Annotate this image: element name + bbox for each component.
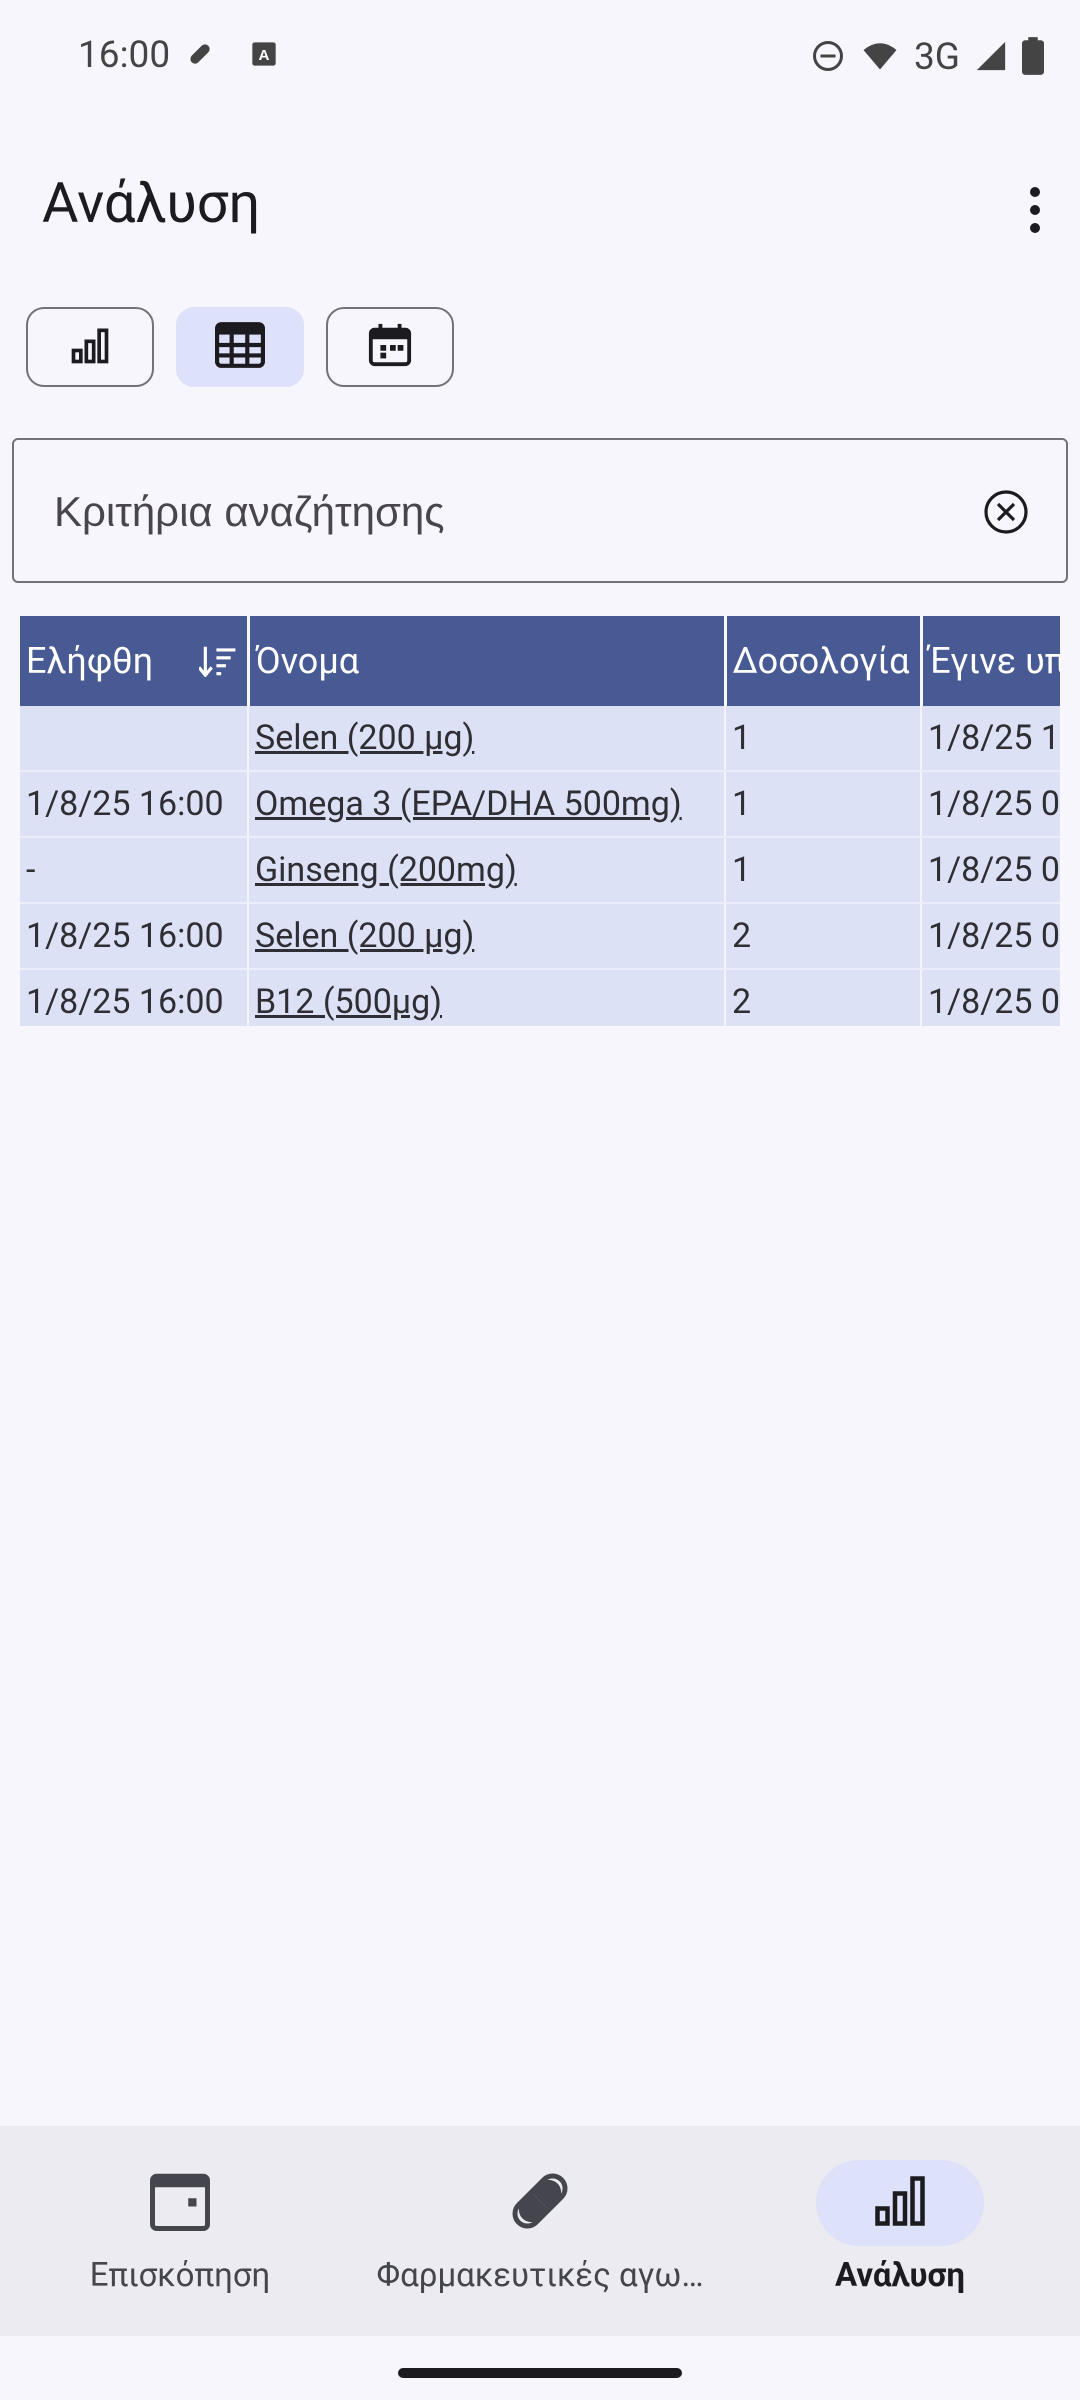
column-header-name[interactable]: Όνομα	[248, 616, 727, 706]
table-row[interactable]: 1/8/25 16:00 B12 (500µg) 2 1/8/25 0	[20, 969, 1060, 1026]
column-header-taken[interactable]: Ελήφθη	[20, 616, 250, 706]
table-row[interactable]: - Ginseng (200mg) 1 1/8/25 0	[20, 837, 1060, 904]
analysis-table[interactable]: Ελήφθη Όνομα Δοσολογία Έγινε υπ Selen (2…	[20, 616, 1060, 1026]
search-field[interactable]	[12, 438, 1068, 583]
signal-icon	[974, 38, 1008, 78]
medication-link[interactable]: B12 (500µg)	[255, 982, 442, 1022]
cell-done: 1/8/25 0	[921, 837, 1060, 904]
cell-name[interactable]: Ginseng (200mg)	[248, 837, 726, 904]
cell-taken	[20, 706, 249, 772]
calendar-view-button[interactable]	[326, 307, 454, 387]
calendar-icon	[367, 322, 413, 372]
home-indicator[interactable]	[398, 2368, 682, 2378]
cell-done: 1/8/25 0	[921, 771, 1060, 838]
svg-text:A: A	[259, 47, 270, 64]
nav-item-overview[interactable]: Επισκόπηση	[0, 2160, 360, 2295]
wifi-icon	[860, 38, 900, 78]
cell-dosage: 1	[725, 771, 922, 838]
data-table: Ελήφθη Όνομα Δοσολογία Έγινε υπ Selen (2…	[20, 616, 1060, 1026]
medication-link[interactable]: Ginseng (200mg)	[255, 850, 517, 890]
cell-taken: 1/8/25 16:00	[20, 903, 249, 970]
medication-link[interactable]: Selen (200 µg)	[255, 916, 474, 956]
network-type: 3G	[914, 36, 960, 79]
view-toggle-group	[26, 307, 454, 387]
cell-name[interactable]: B12 (500µg)	[248, 969, 726, 1026]
table-row[interactable]: 1/8/25 16:00 Omega 3 (EPA/DHA 500mg) 1 1…	[20, 771, 1060, 838]
table-view-button[interactable]	[176, 307, 304, 387]
clear-circle-icon	[982, 490, 1030, 540]
column-header-done[interactable]: Έγινε υπ	[921, 616, 1060, 706]
dnd-icon	[810, 38, 846, 78]
status-time: 16:00	[78, 34, 171, 77]
cell-dosage: 1	[725, 706, 922, 772]
clear-search-button[interactable]	[982, 488, 1030, 536]
cell-dosage: 2	[725, 903, 922, 970]
overflow-menu-button[interactable]	[990, 172, 1080, 252]
cell-name[interactable]: Selen (200 µg)	[248, 706, 726, 772]
nav-item-analysis[interactable]: Ανάλυση	[720, 2160, 1080, 2295]
cell-dosage: 1	[725, 837, 922, 904]
bar-chart-icon	[870, 2171, 930, 2235]
app-bar: Ανάλυση	[0, 150, 1080, 260]
table-icon	[215, 322, 265, 372]
battery-icon	[1022, 36, 1044, 79]
pill-icon	[507, 2168, 573, 2238]
cell-name[interactable]: Selen (200 µg)	[248, 903, 726, 970]
cell-name[interactable]: Omega 3 (EPA/DHA 500mg)	[248, 771, 726, 838]
nav-label-analysis: Ανάλυση	[835, 2256, 965, 2295]
medication-link[interactable]: Selen (200 µg)	[255, 718, 474, 758]
more-vert-icon	[1028, 186, 1042, 238]
cell-taken: 1/8/25 16:00	[20, 771, 249, 838]
a-badge-icon: A	[250, 40, 278, 72]
pill-status-icon	[186, 40, 214, 72]
table-row[interactable]: Selen (200 µg) 1 1/8/25 1	[20, 706, 1060, 772]
bottom-navigation: Επισκόπηση Φαρμακευτικές αγω… Ανάλυση	[0, 2126, 1080, 2336]
table-row[interactable]: 1/8/25 16:00 Selen (200 µg) 2 1/8/25 0	[20, 903, 1060, 970]
nav-item-medications[interactable]: Φαρμακευτικές αγω…	[360, 2160, 720, 2295]
calendar-icon	[147, 2168, 213, 2238]
cell-taken: 1/8/25 16:00	[20, 969, 249, 1026]
search-input[interactable]	[54, 484, 954, 540]
page-title: Ανάλυση	[42, 170, 261, 236]
column-header-label: Ελήφθη	[26, 640, 154, 682]
nav-label-overview: Επισκόπηση	[89, 2256, 271, 2295]
nav-label-medications: Φαρμακευτικές αγω…	[376, 2256, 704, 2295]
chart-view-button[interactable]	[26, 307, 154, 387]
cell-done: 1/8/25 0	[921, 969, 1060, 1026]
column-header-dosage[interactable]: Δοσολογία	[725, 616, 923, 706]
status-bar: 16:00 A 3G	[0, 0, 1080, 118]
table-header-row: Ελήφθη Όνομα Δοσολογία Έγινε υπ	[20, 616, 1060, 706]
cell-done: 1/8/25 1	[921, 706, 1060, 772]
cell-dosage: 2	[725, 969, 922, 1026]
cell-done: 1/8/25 0	[921, 903, 1060, 970]
sort-descending-icon[interactable]	[197, 644, 237, 686]
bar-chart-icon	[68, 323, 112, 371]
cell-taken: -	[20, 837, 249, 904]
medication-link[interactable]: Omega 3 (EPA/DHA 500mg)	[255, 784, 682, 824]
